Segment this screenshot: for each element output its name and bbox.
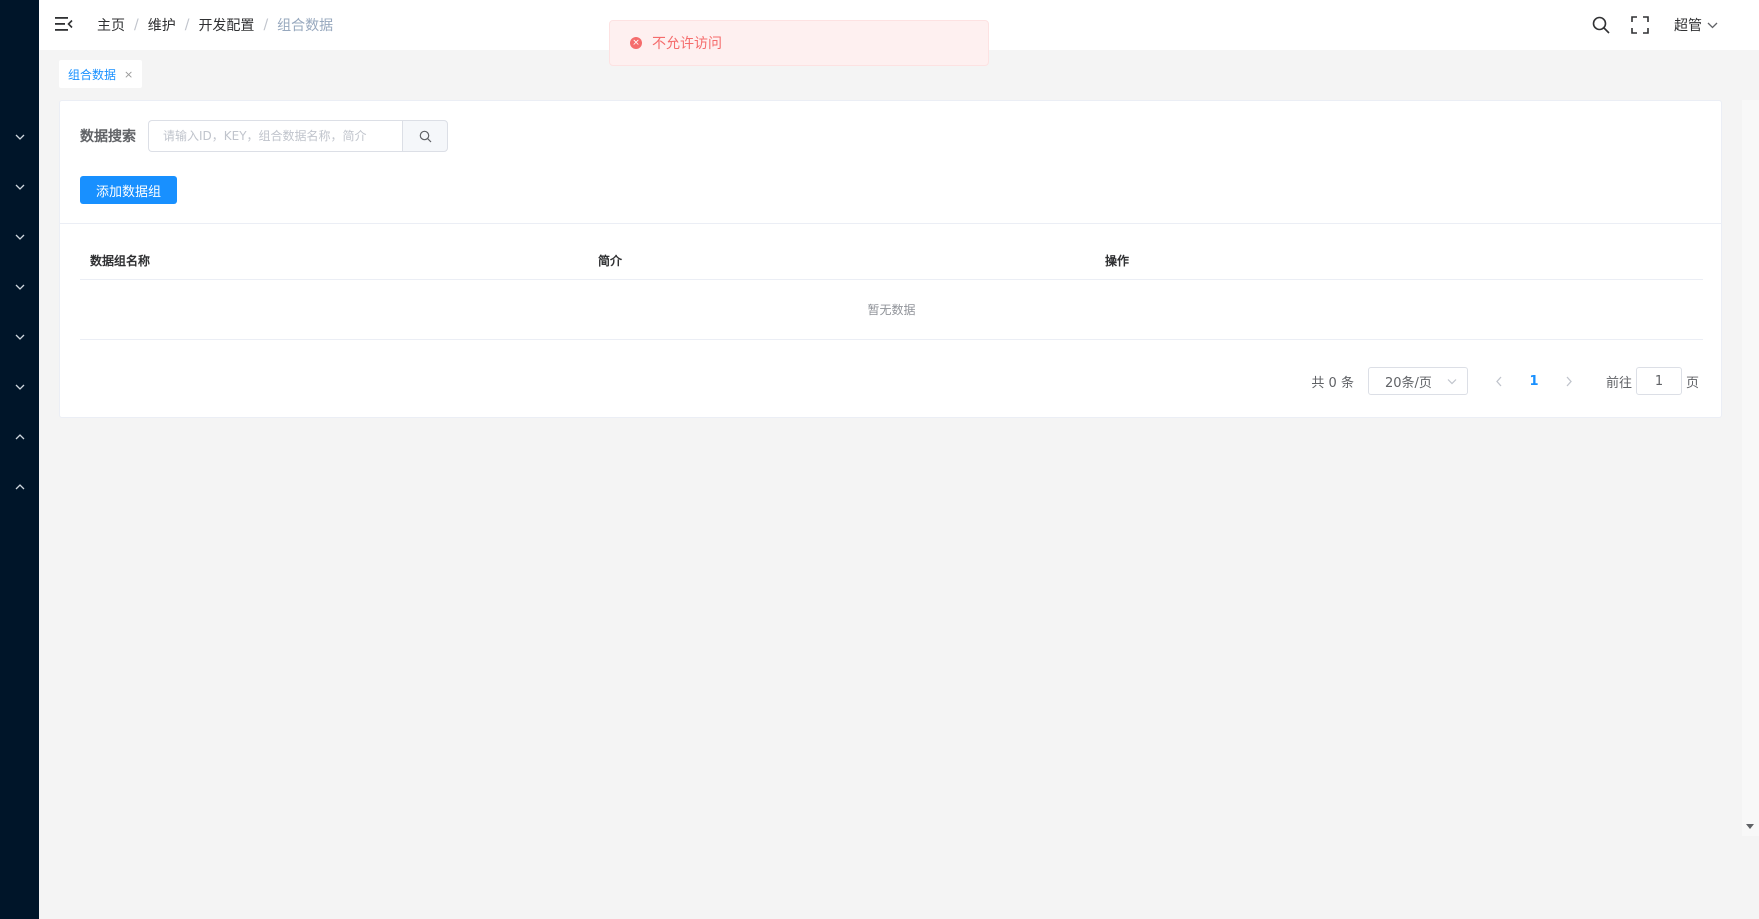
chevron-up-icon <box>15 434 24 440</box>
column-header-actions[interactable]: 操作 <box>1095 252 1703 269</box>
add-data-group-button[interactable]: 添加数据组 <box>80 176 178 204</box>
user-dropdown[interactable]: 超管 <box>1674 15 1718 35</box>
sidebar-menu-item-2[interactable] <box>0 167 39 207</box>
chevron-down-icon <box>15 334 24 340</box>
chevron-down-icon <box>1707 22 1718 29</box>
pagination-total: 共 0 条 <box>1311 375 1354 391</box>
sidebar <box>0 0 39 919</box>
page-jumper: 前往 页 <box>1606 367 1699 395</box>
sidebar-menu-item-3[interactable] <box>0 217 39 257</box>
page-size-select[interactable]: 20条/页 <box>1367 367 1468 395</box>
error-message-toast: × 不允许访问 <box>609 20 989 66</box>
sidebar-menu-item-5[interactable] <box>0 317 39 357</box>
sidebar-menu-item-4[interactable] <box>0 267 39 307</box>
sidebar-menu-item-8[interactable] <box>0 467 39 507</box>
search-form: 数据搜索 <box>80 120 448 152</box>
breadcrumb-separator: / <box>134 17 139 33</box>
goto-page-input[interactable] <box>1635 367 1682 395</box>
tag-combined-data[interactable]: 组合数据 × <box>59 60 143 88</box>
table-header: 数据组名称 简介 操作 <box>80 241 1703 280</box>
prev-page-button[interactable] <box>1484 367 1514 395</box>
chevron-up-icon <box>15 484 24 490</box>
chevron-down-icon <box>15 134 24 140</box>
sidebar-menu-item-6[interactable] <box>0 367 39 407</box>
search-icon <box>419 130 431 142</box>
content-card: 数据搜索 添加数据组 数据组名称 简介 操作 暂无数据 共 0 条 20条/页 <box>59 100 1722 418</box>
chevron-left-icon <box>1496 376 1502 386</box>
page-size-value: 20条/页 <box>1384 375 1432 391</box>
scroll-down-arrow-icon[interactable] <box>1744 821 1756 831</box>
search-button[interactable] <box>402 120 448 152</box>
column-header-description[interactable]: 简介 <box>588 252 1095 269</box>
breadcrumb-current: 组合数据 <box>277 18 334 34</box>
chevron-down-icon <box>1447 378 1457 384</box>
breadcrumb-separator: / <box>263 17 269 33</box>
user-name: 超管 <box>1674 18 1702 34</box>
column-header-name[interactable]: 数据组名称 <box>80 252 588 269</box>
tags-view: 组合数据 × <box>59 60 143 88</box>
toast-message: 不允许访问 <box>652 36 722 52</box>
divider <box>60 223 1721 224</box>
sidebar-menu-item-1[interactable] <box>0 117 39 157</box>
sidebar-menu-item-7[interactable] <box>0 417 39 457</box>
close-icon[interactable]: × <box>124 68 133 81</box>
breadcrumb-maintenance[interactable]: 维护 <box>148 15 176 35</box>
chevron-down-icon <box>15 284 24 290</box>
scrollbar[interactable] <box>1742 100 1759 836</box>
chevron-down-icon <box>15 384 24 390</box>
data-table: 数据组名称 简介 操作 暂无数据 <box>80 241 1703 340</box>
close-circle-icon: × <box>630 37 642 49</box>
goto-prefix: 前往 <box>1605 375 1632 391</box>
tag-label: 组合数据 <box>68 67 117 82</box>
search-label: 数据搜索 <box>80 129 136 145</box>
chevron-down-icon <box>15 234 24 240</box>
search-box <box>148 120 448 152</box>
goto-suffix: 页 <box>1685 375 1699 391</box>
table-empty-text: 暂无数据 <box>80 280 1703 340</box>
breadcrumb-dev-config[interactable]: 开发配置 <box>198 15 254 35</box>
breadcrumb-home[interactable]: 主页 <box>97 15 125 35</box>
chevron-down-icon <box>15 184 24 190</box>
page-number-current[interactable]: 1 <box>1514 374 1554 389</box>
menu-fold-icon[interactable] <box>55 16 73 32</box>
search-input[interactable] <box>148 120 402 152</box>
breadcrumb: 主页 / 维护 / 开发配置 / 组合数据 <box>97 15 333 35</box>
breadcrumb-separator: / <box>184 17 190 33</box>
fullscreen-icon[interactable] <box>1630 15 1650 35</box>
pagination: 共 0 条 20条/页 1 前往 页 <box>1311 367 1699 395</box>
next-page-button[interactable] <box>1554 367 1584 395</box>
search-icon[interactable] <box>1591 15 1611 35</box>
chevron-right-icon <box>1566 376 1572 386</box>
